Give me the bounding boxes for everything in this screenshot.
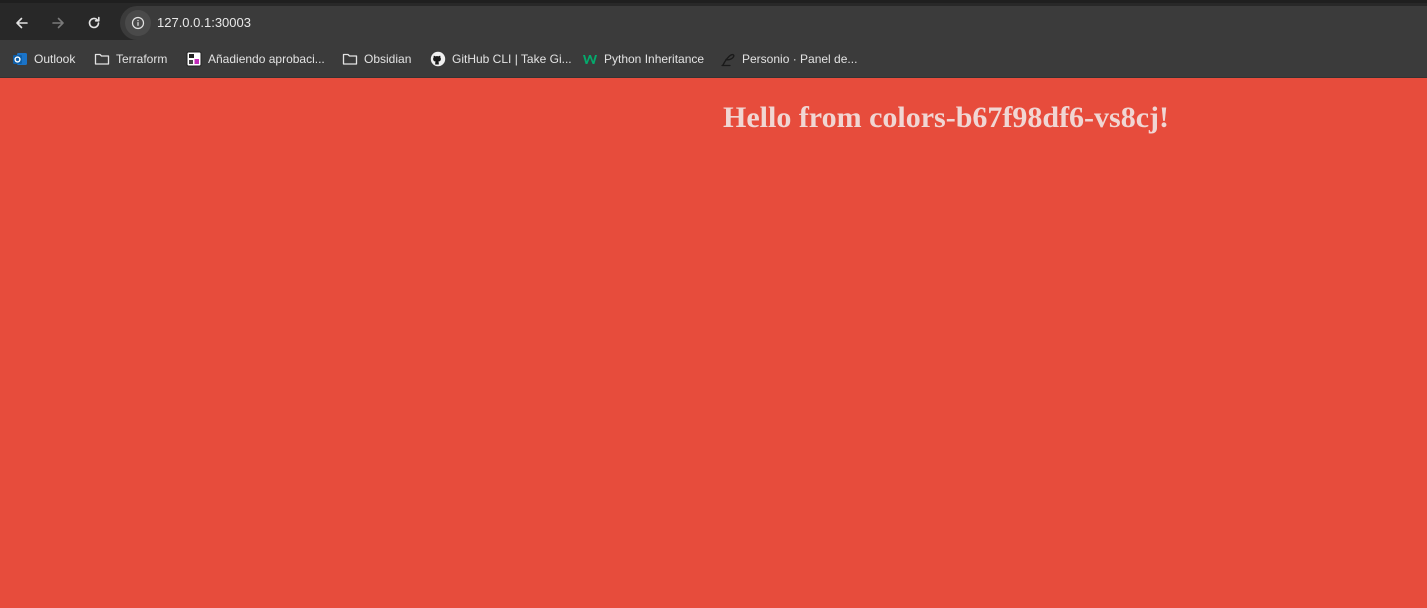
bookmarks-bar: Outlook Terraform Añadiendo aprobaci... [0, 40, 1427, 78]
bookmark-terraform[interactable]: Terraform [90, 48, 171, 70]
info-circle-icon [131, 16, 145, 30]
reload-button[interactable] [80, 9, 108, 37]
arrow-left-icon [16, 17, 28, 29]
w3schools-icon [582, 51, 598, 67]
bookmark-label: Añadiendo aprobaci... [208, 52, 325, 66]
bookmark-label: Terraform [116, 52, 168, 66]
bookmark-label: GitHub CLI | Take Gi... [452, 52, 572, 66]
folder-icon [94, 51, 110, 67]
folder-icon [342, 51, 358, 67]
page-heading: Hello from colors-b67f98df6-vs8cj! [723, 101, 1170, 134]
app-icon [186, 51, 202, 67]
outlook-icon [12, 51, 28, 67]
back-button[interactable] [8, 9, 36, 37]
bookmark-label: Obsidian [364, 52, 412, 66]
bookmark-anadiendo-aprobaci[interactable]: Añadiendo aprobaci... [182, 48, 329, 70]
bookmark-label: Outlook [34, 52, 76, 66]
url-text[interactable]: 127.0.0.1:30003 [157, 15, 251, 30]
bookmark-personio[interactable]: Personio · Panel de... [716, 48, 861, 70]
site-info-button[interactable] [125, 10, 151, 36]
bookmark-outlook[interactable]: Outlook [8, 48, 79, 70]
address-bar[interactable]: 127.0.0.1:30003 [120, 6, 1427, 40]
bookmark-python-inheritance[interactable]: Python Inheritance [578, 48, 708, 70]
personio-icon [720, 51, 736, 67]
bookmark-label: Python Inheritance [604, 52, 705, 66]
bookmark-label: Personio · Panel de... [742, 52, 858, 66]
bookmark-github-cli[interactable]: GitHub CLI | Take Gi... [426, 48, 576, 70]
reload-icon [88, 16, 100, 29]
forward-button[interactable] [44, 9, 72, 37]
github-icon [430, 51, 446, 67]
page-content: Hello from colors-b67f98df6-vs8cj! [0, 78, 1427, 608]
browser-toolbar: 127.0.0.1:30003 [0, 0, 1427, 40]
arrow-right-icon [52, 17, 64, 29]
bookmark-obsidian[interactable]: Obsidian [338, 48, 415, 70]
